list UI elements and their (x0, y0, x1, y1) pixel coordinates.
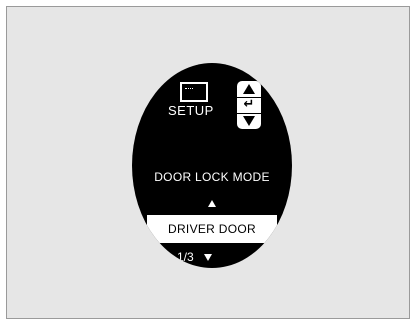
scroll-up-indicator-icon (208, 200, 216, 207)
nav-pad: ↵ (237, 81, 261, 129)
menu-title: DOOR LOCK MODE (154, 170, 270, 184)
arrow-down-icon (243, 116, 255, 126)
setup-label: SETUP (168, 103, 214, 118)
nav-down-button[interactable] (237, 113, 261, 129)
nav-up-button[interactable] (237, 81, 261, 98)
monitor-icon[interactable] (180, 82, 208, 102)
arrow-up-icon (243, 84, 255, 94)
nav-enter-button[interactable]: ↵ (237, 97, 261, 114)
figure-frame: SETUP ↵ DOOR LOCK MODE DRIVER DOOR 1/3 (6, 6, 410, 319)
selected-option[interactable]: DRIVER DOOR (147, 215, 277, 243)
enter-icon: ↵ (243, 97, 255, 112)
scroll-down-indicator-icon (203, 253, 212, 261)
page-indicator: 1/3 (177, 250, 194, 264)
page-indicator-row: 1/3 (177, 249, 247, 265)
round-display: SETUP ↵ DOOR LOCK MODE DRIVER DOOR 1/3 (132, 63, 292, 268)
